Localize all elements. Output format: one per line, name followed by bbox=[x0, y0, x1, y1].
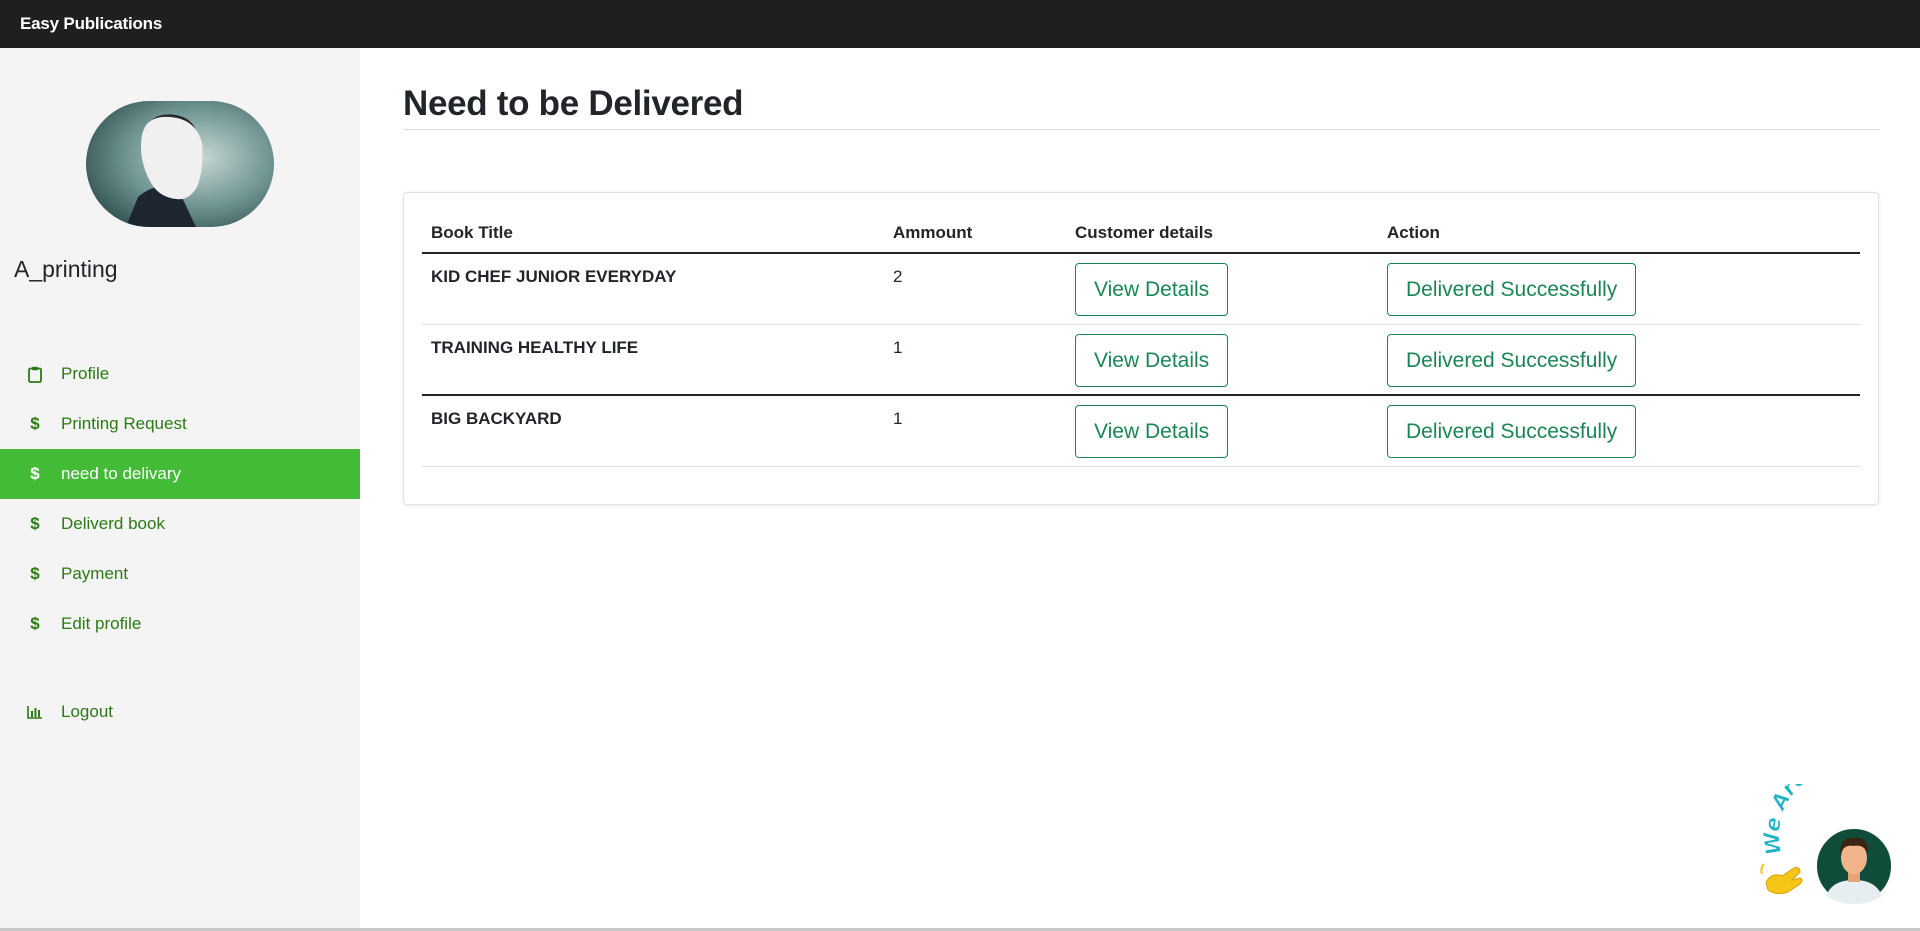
clipboard-icon bbox=[26, 366, 44, 383]
dollar-icon: $ bbox=[30, 414, 40, 433]
table-row: BIG BACKYARD 1 View Details Delivered Su… bbox=[422, 394, 1860, 467]
sidebar-item-deliverd-book[interactable]: $ Deliverd book bbox=[0, 499, 360, 549]
brand-name[interactable]: Easy Publications bbox=[20, 14, 162, 34]
customer-details-cell: View Details bbox=[1066, 252, 1378, 324]
sidebar-item-profile[interactable]: Profile bbox=[0, 349, 360, 399]
sidebar-item-edit-profile[interactable]: $ Edit profile bbox=[0, 599, 360, 649]
sidebar: A_printing Profile $ Printing Request $ … bbox=[0, 48, 360, 928]
bar-chart-icon bbox=[26, 705, 44, 719]
sidebar-item-logout[interactable]: Logout bbox=[0, 687, 360, 737]
dollar-icon: $ bbox=[30, 464, 40, 483]
customer-details-cell: View Details bbox=[1066, 394, 1378, 467]
sidebar-item-label: Printing Request bbox=[61, 414, 187, 433]
sidebar-item-need-to-delivary[interactable]: $ need to delivary bbox=[0, 449, 360, 499]
sidebar-item-label: Profile bbox=[61, 364, 110, 383]
waving-hand-icon bbox=[1760, 863, 1803, 895]
delivered-successfully-button[interactable]: Delivered Successfully bbox=[1387, 263, 1637, 316]
sidebar-item-label: need to delivary bbox=[61, 464, 182, 483]
amount-cell: 1 bbox=[884, 323, 1066, 395]
delivered-successfully-button[interactable]: Delivered Successfully bbox=[1387, 333, 1637, 387]
chat-support-widget[interactable]: We Are Here! bbox=[1759, 749, 1920, 914]
action-cell: Delivered Successfully bbox=[1378, 394, 1860, 467]
customer-details-cell: View Details bbox=[1066, 323, 1378, 395]
sidebar-item-printing-request[interactable]: $ Printing Request bbox=[0, 399, 360, 449]
table-row: TRAINING HEALTHY LIFE 1 View Details Del… bbox=[422, 323, 1860, 395]
page-title: Need to be Delivered bbox=[403, 84, 744, 123]
delivered-successfully-button[interactable]: Delivered Successfully bbox=[1387, 405, 1637, 458]
amount-cell: 2 bbox=[884, 252, 1066, 324]
sidebar-item-label: Payment bbox=[61, 564, 129, 583]
dollar-icon: $ bbox=[30, 514, 40, 533]
delivery-table-card: Book Title Ammount Customer details Acti… bbox=[403, 192, 1879, 505]
sidebar-item-label: Deliverd book bbox=[61, 514, 165, 533]
title-divider bbox=[403, 129, 1879, 130]
table-header-row: Book Title Ammount Customer details Acti… bbox=[422, 211, 1860, 254]
action-cell: Delivered Successfully bbox=[1378, 252, 1860, 324]
column-header-action: Action bbox=[1378, 211, 1860, 254]
book-title-cell: BIG BACKYARD bbox=[422, 394, 884, 467]
amount-cell: 1 bbox=[884, 394, 1066, 467]
column-header-ammount: Ammount bbox=[884, 211, 1066, 254]
dollar-icon: $ bbox=[30, 564, 40, 583]
sidebar-item-label: Logout bbox=[61, 702, 113, 721]
sidebar-nav: Profile $ Printing Request $ need to del… bbox=[0, 349, 360, 737]
column-header-customer-details: Customer details bbox=[1066, 211, 1378, 254]
top-navbar: Easy Publications bbox=[0, 0, 1920, 48]
view-details-button[interactable]: View Details bbox=[1075, 263, 1229, 316]
username: A_printing bbox=[14, 256, 118, 282]
column-header-book-title: Book Title bbox=[422, 211, 884, 254]
action-cell: Delivered Successfully bbox=[1378, 323, 1860, 395]
view-details-button[interactable]: View Details bbox=[1075, 405, 1229, 458]
book-title-cell: TRAINING HEALTHY LIFE bbox=[422, 323, 884, 395]
sidebar-item-label: Edit profile bbox=[61, 614, 142, 633]
dollar-icon: $ bbox=[30, 614, 40, 633]
view-details-button[interactable]: View Details bbox=[1075, 333, 1229, 387]
table-row: KID CHEF JUNIOR EVERYDAY 2 View Details … bbox=[422, 252, 1860, 324]
sidebar-item-payment[interactable]: $ Payment bbox=[0, 549, 360, 599]
profile-avatar bbox=[86, 101, 274, 227]
support-agent-avatar bbox=[1815, 827, 1893, 905]
book-title-cell: KID CHEF JUNIOR EVERYDAY bbox=[422, 252, 884, 324]
delivery-table: Book Title Ammount Customer details Acti… bbox=[422, 211, 1860, 467]
